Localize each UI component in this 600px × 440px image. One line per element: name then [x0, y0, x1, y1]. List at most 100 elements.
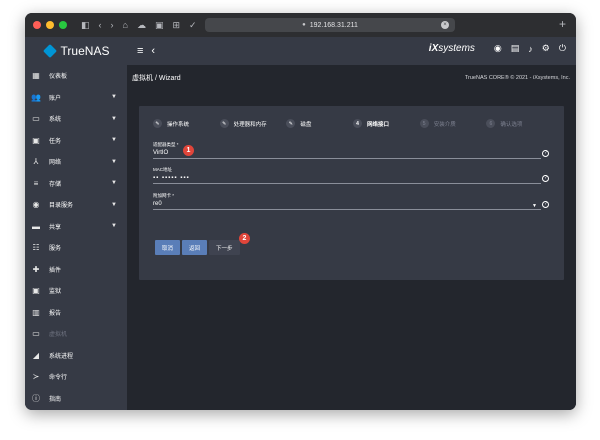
sidebar-item[interactable]: ◉ 目录服务 ▼ — [25, 194, 127, 216]
sidebar-item[interactable]: ▣ 任务 ▼ — [25, 130, 127, 152]
sidebar-item-label: 命令行 — [49, 375, 68, 382]
home-icon[interactable]: ⌂ — [123, 20, 128, 31]
extension-icon-2[interactable]: ⊞ — [172, 20, 180, 31]
sidebar-item-label: 系统进程 — [49, 353, 74, 360]
directory-icon: ◉ — [32, 200, 40, 210]
adapter-type-value: VirtIO — [153, 150, 169, 156]
lock-icon: ● — [302, 22, 306, 28]
cloud-icon[interactable]: ☁ — [137, 20, 146, 31]
bell-icon[interactable]: ♪ — [528, 44, 533, 54]
wizard-card: ✎ 操作系统 ✎ 处理器和内存 ✎ 磁盘 4 网络接口 5 安装介质 6 确认选项 适配器类型 * V… — [139, 106, 564, 280]
close-window-button[interactable] — [33, 21, 41, 29]
collapse-icon[interactable]: ‹ — [151, 45, 155, 57]
chevron-down-icon: ▼ — [111, 137, 117, 144]
sidebar-item[interactable]: ☷ 服务 — [25, 237, 127, 259]
wizard-step-label: 处理器和内存 — [233, 121, 267, 128]
report-icon: ▥ — [32, 307, 40, 317]
sidebar-item-label: 系统 — [49, 117, 62, 124]
clipboard-icon[interactable]: ▤ — [511, 43, 520, 54]
sidebar-item[interactable]: ▭ 系统 ▼ — [25, 108, 127, 130]
wizard-step[interactable]: 4 网络接口 — [353, 119, 420, 128]
edit-icon: ✎ — [286, 119, 296, 128]
ixsystems-logo-suffix: systems — [438, 43, 475, 54]
sidebar-item[interactable]: ▭ 虚拟机 — [25, 323, 127, 345]
network-icon: ⅄ — [33, 157, 39, 167]
ixsystems-logo[interactable]: iXsystems — [429, 43, 475, 54]
truenas-logo-icon — [42, 44, 57, 58]
wizard-step[interactable]: 5 安装介质 — [419, 119, 487, 128]
sidebar-item[interactable]: ▥ 报告 — [25, 302, 127, 324]
sidebar-item-label: 指南 — [49, 396, 62, 403]
browser-chrome: ◧ ‹ › ⌂ ☁ ▣ ⊞ ✓ ● ● 192.168.31.211 × + — [25, 13, 576, 37]
edit-icon: ✎ — [219, 119, 229, 128]
help-icon[interactable]: ? — [542, 175, 549, 182]
process-icon: ◢ — [32, 350, 40, 360]
truenas-logo[interactable]: TrueNAS — [25, 44, 127, 58]
next-button[interactable]: 下一步 — [209, 240, 240, 255]
sidebar-item[interactable]: ▣ 监狱 — [25, 280, 127, 302]
truecommand-icon[interactable]: ◉ — [494, 43, 502, 54]
step-number: 4 — [353, 119, 363, 128]
extension-icon[interactable]: ▣ — [155, 20, 164, 31]
wizard-step-label: 安装介质 — [433, 121, 456, 128]
annotation-badge-2: 2 — [239, 233, 250, 244]
sidebar-item-label: 虚拟机 — [49, 332, 68, 339]
nic-attach-label: 附加网卡 * — [153, 193, 175, 198]
sidebar-item-label: 服务 — [49, 246, 62, 253]
sidebar-item[interactable]: ⅄ 网络 ▼ — [25, 151, 127, 173]
info-icon: ⓘ — [32, 393, 40, 403]
chevron-down-icon: ▼ — [111, 115, 117, 122]
main-content: 虚拟机 / Wizard TrueNAS CORE® © 2021 - iXsy… — [127, 65, 576, 410]
mac-address-label: MAC地址 — [153, 167, 172, 172]
dropdown-arrow-icon[interactable]: ▼ — [532, 203, 537, 209]
power-icon[interactable]: ⏻ — [559, 43, 566, 54]
people-icon: 👥 — [31, 92, 41, 102]
sidebar-item[interactable]: ✚ 插件 — [25, 259, 127, 281]
chevron-down-icon: ▼ — [111, 223, 117, 230]
cancel-button[interactable]: 取消 — [155, 240, 181, 255]
topbar-right-controls: iXsystems ◉ ▤ ♪ ⚙ ⏻ — [429, 43, 566, 54]
gear-icon[interactable]: ⚙ — [542, 43, 550, 54]
sidebar-item-label: 仪表板 — [49, 74, 68, 81]
folder-share-icon: ▬ — [32, 221, 40, 231]
wizard-steps: ✎ 操作系统 ✎ 处理器和内存 ✎ 磁盘 4 网络接口 5 安装介质 6 确认选项 — [153, 119, 553, 128]
back-button[interactable]: 返回 — [182, 240, 208, 255]
check-icon[interactable]: ✓ — [189, 20, 197, 31]
sidebar-item[interactable]: 👥 账户 ▼ — [25, 87, 127, 109]
adapter-type-underline — [153, 158, 541, 159]
breadcrumb: 虚拟机 / Wizard — [132, 75, 181, 82]
help-icon[interactable]: ? — [542, 201, 549, 208]
sidebar-item[interactable]: ▦ 仪表板 — [25, 65, 127, 87]
computer-icon: ▭ — [32, 329, 40, 339]
sidebar-toggle-icon[interactable]: ◧ — [81, 20, 90, 31]
address-bar[interactable]: ● 192.168.31.211 × — [205, 18, 455, 32]
browser-toolbar: ◧ ‹ › ⌂ ☁ ▣ ⊞ ✓ ● — [81, 20, 211, 31]
sidebar-item[interactable]: ≻ 命令行 — [25, 366, 127, 388]
window-controls — [33, 21, 67, 29]
wizard-step-label: 操作系统 — [167, 121, 190, 128]
edit-icon: ✎ — [153, 119, 162, 128]
wizard-step[interactable]: 6 确认选项 — [486, 119, 553, 128]
clear-address-icon[interactable]: × — [441, 21, 449, 29]
sidebar-item-label: 网络 — [49, 160, 62, 167]
wizard-step[interactable]: ✎ 操作系统 — [153, 119, 220, 128]
sidebar-item[interactable]: ≡ 存储 ▼ — [25, 173, 127, 195]
menu-icon[interactable]: ≡ — [137, 45, 143, 57]
nic-attach-field[interactable]: 附加网卡 * re0 ▼ ? — [153, 193, 549, 210]
app-topbar: TrueNAS ≡ ‹ iXsystems ◉ ▤ ♪ ⚙ ⏻ — [25, 37, 576, 65]
forward-arrow-icon[interactable]: › — [111, 20, 114, 31]
back-arrow-icon[interactable]: ‹ — [99, 20, 102, 31]
sidebar-item[interactable]: ◢ 系统进程 — [25, 345, 127, 367]
sidebar-item[interactable]: ⓘ 指南 — [25, 388, 127, 410]
mac-address-field[interactable]: MAC地址 ▪▪ ▪▪▪▪▪ ▪▪▪ ? — [153, 167, 549, 184]
sidebar-item-label: 插件 — [49, 267, 62, 274]
wizard-step[interactable]: ✎ 磁盘 — [286, 119, 353, 128]
minimize-window-button[interactable] — [46, 21, 54, 29]
wizard-step[interactable]: ✎ 处理器和内存 — [219, 119, 287, 128]
adapter-type-field[interactable]: 适配器类型 * VirtIO ? — [153, 142, 549, 159]
sidebar-item[interactable]: ▬ 共享 ▼ — [25, 216, 127, 238]
maximize-window-button[interactable] — [59, 21, 67, 29]
help-icon[interactable]: ? — [542, 150, 549, 157]
new-tab-icon[interactable]: + — [559, 17, 566, 31]
wizard-step-label: 网络接口 — [367, 121, 390, 128]
